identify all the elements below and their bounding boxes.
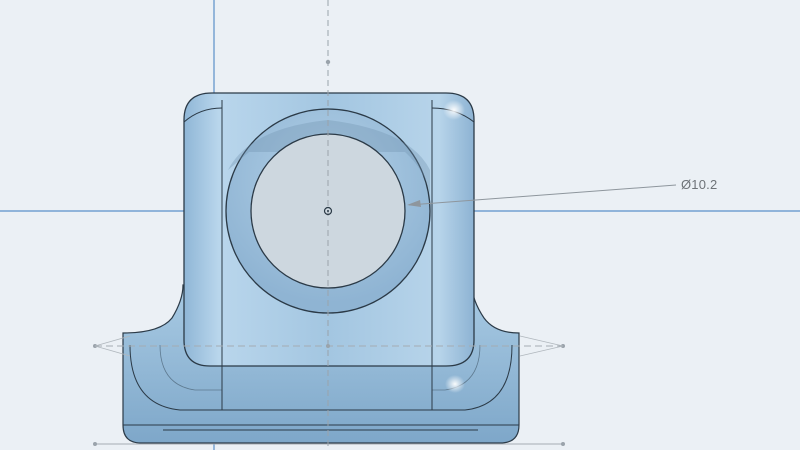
- sketch-point-center-upper[interactable]: [326, 344, 330, 348]
- sketch-point-top[interactable]: [325, 59, 331, 65]
- dimension-diameter-label[interactable]: Ø10.2: [681, 177, 717, 192]
- highlight-bottom-right: [445, 375, 465, 393]
- sketch-point-left-lower[interactable]: [93, 442, 97, 446]
- cad-viewport[interactable]: Ø10.2: [0, 0, 800, 450]
- bore-center-dot: [327, 210, 329, 212]
- sketch-point-right-lower[interactable]: [561, 442, 565, 446]
- highlight-top-right: [443, 100, 465, 120]
- model-scene[interactable]: [0, 0, 800, 450]
